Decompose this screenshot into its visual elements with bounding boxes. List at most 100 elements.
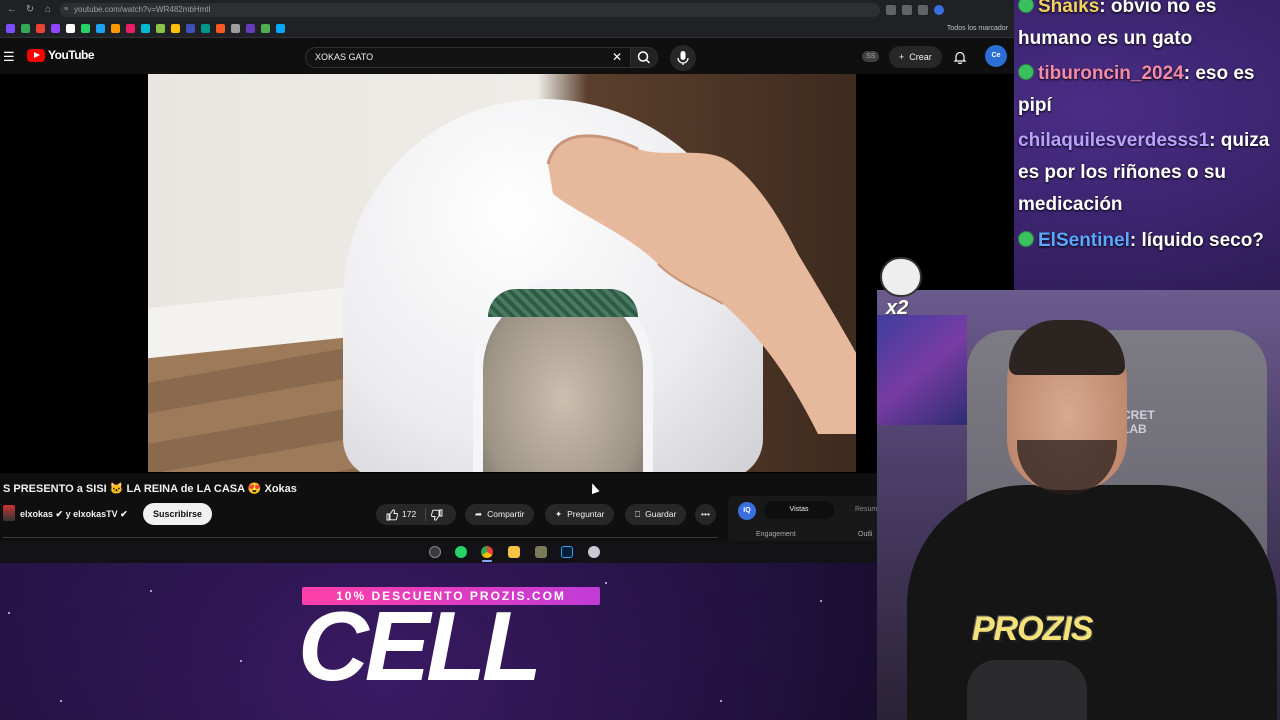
chat-badge-icon	[1018, 0, 1034, 13]
bookmark-icon[interactable]	[171, 24, 180, 33]
youtube-logo[interactable]: YouTube	[27, 48, 95, 62]
chrome-icon[interactable]	[481, 546, 493, 558]
promo-title: CELL	[298, 591, 542, 701]
hand-image	[546, 134, 856, 434]
bookmark-icon[interactable]	[186, 24, 195, 33]
voice-search-button[interactable]	[670, 45, 696, 71]
site-info-icon[interactable]: ≡	[64, 3, 68, 17]
streamer-shirt	[907, 485, 1277, 720]
plus-icon: +	[899, 52, 905, 62]
share-label: Compartir	[487, 509, 525, 519]
emote-multiplier: x2	[886, 297, 909, 319]
like-button[interactable]: 172	[386, 504, 416, 525]
subscribe-button[interactable]: Suscribirse	[143, 503, 213, 525]
address-bar[interactable]: ≡ youtube.com/watch?v=WR482mbHmtI	[60, 3, 880, 17]
channel-avatar[interactable]	[3, 505, 15, 521]
clear-search-icon[interactable]: ✕	[612, 48, 622, 67]
bookmark-icon[interactable]	[156, 24, 165, 33]
chat-badge-icon	[1018, 231, 1034, 247]
emote-overlay: x2	[874, 255, 930, 325]
share-button[interactable]: ➦ Compartir	[465, 504, 535, 525]
bookmark-icon[interactable]	[201, 24, 210, 33]
bookmark-icon[interactable]	[276, 24, 285, 33]
ask-button[interactable]: ✦ Preguntar	[545, 504, 615, 525]
chat-text: : líquido seco?	[1129, 230, 1264, 251]
bookmark-icon[interactable]	[231, 24, 240, 33]
youtube-logo-text: YouTube	[48, 48, 95, 62]
create-button[interactable]: + Crear	[889, 46, 942, 68]
bookmark-icon[interactable]	[51, 24, 60, 33]
bookmark-icon[interactable]	[141, 24, 150, 33]
bookmark-icon[interactable]	[36, 24, 45, 33]
bookmark-icon[interactable]	[6, 24, 15, 33]
search-query: XOKAS GATO	[315, 52, 374, 62]
search-button[interactable]	[630, 47, 658, 68]
bookmark-icon[interactable]	[21, 24, 30, 33]
bookmark-icon[interactable]	[81, 24, 90, 33]
star	[820, 600, 822, 602]
star	[60, 700, 62, 702]
chat-message: ElSentinel: líquido seco?	[1018, 225, 1280, 257]
bookmark-icon[interactable]	[246, 24, 255, 33]
notifications-bell-icon[interactable]	[953, 50, 967, 64]
whatsapp-icon[interactable]	[455, 546, 467, 558]
account-avatar[interactable]: Ce	[985, 45, 1007, 67]
search-input[interactable]: XOKAS GATO ✕	[305, 47, 630, 68]
bookmark-icon[interactable]	[216, 24, 225, 33]
browser-window: ← ↻ ⌂ ≡ youtube.com/watch?v=WR482mbHmtI	[0, 0, 1014, 563]
bookmark-icon[interactable]	[96, 24, 105, 33]
chair-brand-text: CRET LAB	[1122, 408, 1155, 436]
chat-username: ElSentinel	[1038, 230, 1130, 251]
chat-badge-icon	[1018, 64, 1034, 80]
tab-vistas[interactable]: Vistas	[764, 501, 834, 519]
wall-poster	[877, 315, 967, 425]
star	[605, 582, 607, 584]
analytics-extension-panel: IQ Vistas Resum Engagement Outli	[728, 496, 888, 544]
home-icon[interactable]: ⌂	[42, 4, 54, 16]
zoom-icon[interactable]	[886, 5, 896, 15]
file-explorer-icon[interactable]	[508, 546, 520, 558]
bookmarks-bar: Todos los marcador	[0, 20, 1014, 38]
back-icon[interactable]: ←	[6, 4, 18, 16]
outlier-label: Outli	[858, 531, 873, 538]
extensions-icon[interactable]	[918, 5, 928, 15]
like-separator	[425, 508, 427, 521]
sparkle-icon: ✦	[555, 509, 563, 519]
bookmark-icon: ⎕	[635, 509, 641, 519]
create-label: Crear	[909, 52, 932, 62]
chat-username: Shaiks	[1038, 0, 1100, 17]
ss-badge[interactable]: SS	[862, 51, 880, 62]
extension-logo[interactable]: IQ	[738, 502, 756, 520]
webcam-feed: CRET LAB PROZIS	[877, 290, 1280, 720]
tab-resumen[interactable]: Resum	[855, 506, 877, 513]
bookmark-icon[interactable]	[261, 24, 270, 33]
video-player[interactable]	[0, 74, 1014, 473]
app-icon[interactable]	[535, 546, 547, 558]
star	[8, 612, 10, 614]
youtube-play-icon	[27, 48, 45, 62]
thumbs-down-icon[interactable]	[431, 509, 443, 521]
chat-message: Shaiks: obvio no es humano es un gato	[1018, 0, 1280, 55]
chat-overlay: Shaiks: obvio no es humano es un gato ti…	[1014, 0, 1280, 290]
star	[240, 660, 242, 662]
save-button[interactable]: ⎕ Guardar	[625, 504, 687, 525]
profile-icon[interactable]	[934, 5, 944, 15]
bookmark-icon[interactable]	[111, 24, 120, 33]
photoshop-icon[interactable]	[561, 546, 573, 558]
bookmark-icon[interactable]	[66, 24, 75, 33]
star	[720, 700, 722, 702]
hamburger-menu-icon[interactable]: ☰	[3, 49, 15, 65]
bookmark-icon[interactable]	[126, 24, 135, 33]
save-label: Guardar	[645, 509, 677, 519]
channel-name[interactable]: elxokas ✔ y elxokasTV ✔	[20, 509, 128, 520]
bookmark-star-icon[interactable]	[902, 5, 912, 15]
reload-icon[interactable]: ↻	[24, 4, 36, 16]
app-icon[interactable]	[588, 546, 600, 558]
obs-icon[interactable]	[429, 546, 441, 558]
stream-layout: ← ↻ ⌂ ≡ youtube.com/watch?v=WR482mbHmtI	[0, 0, 1280, 720]
more-actions-button[interactable]: •••	[695, 504, 716, 525]
url-text: youtube.com/watch?v=WR482mbHmtI	[74, 5, 211, 14]
mouse-cursor	[588, 481, 600, 495]
all-bookmarks-link[interactable]: Todos los marcador	[947, 25, 1008, 32]
video-frame[interactable]	[148, 74, 856, 472]
